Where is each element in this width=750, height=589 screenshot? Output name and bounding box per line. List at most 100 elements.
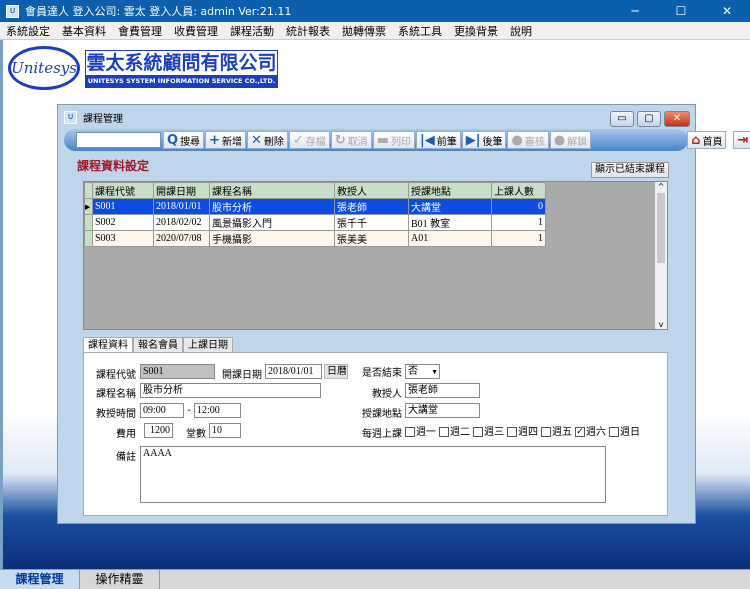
scroll-down-icon[interactable]: v bbox=[655, 320, 667, 329]
menu-courses[interactable]: 課程活動 bbox=[224, 23, 280, 39]
section-title: 課程資料設定 bbox=[77, 159, 150, 173]
time-label: 教授時間 bbox=[96, 409, 136, 420]
company-name-logo: 雲太系統顧問有限公司 UNITESYS SYSTEM INFORMATION SE… bbox=[85, 50, 278, 88]
menubar: 系統設定 基本資料 會費管理 收費管理 課程活動 統計報表 拋轉傳票 系統工具 … bbox=[0, 22, 750, 40]
unlock-icon: ● bbox=[553, 132, 566, 148]
table-row[interactable]: S003 2020/07/08 手機攝影 張美美 A01 1 bbox=[84, 230, 546, 247]
checkbox-icon[interactable] bbox=[507, 427, 517, 437]
weekday-label: 週三 bbox=[484, 427, 504, 438]
column-header[interactable]: 教授人 bbox=[334, 182, 409, 199]
window-close-button[interactable]: ✕ bbox=[664, 111, 690, 127]
exit-button[interactable]: ⇥離開 bbox=[733, 131, 750, 149]
column-header[interactable]: 開課日期 bbox=[153, 182, 210, 199]
company-logo: Unitesys bbox=[8, 46, 80, 90]
checkbox-icon[interactable] bbox=[541, 427, 551, 437]
column-header[interactable]: 授課地點 bbox=[408, 182, 492, 199]
search-input[interactable] bbox=[76, 132, 161, 148]
scroll-thumb[interactable] bbox=[657, 193, 665, 263]
chevron-down-icon: ▼ bbox=[431, 368, 438, 376]
cancel-button[interactable]: ↻ 取消 bbox=[330, 131, 372, 149]
column-header[interactable]: 課程代號 bbox=[92, 182, 154, 199]
next-icon: ▶| bbox=[465, 132, 481, 148]
menu-basic-data[interactable]: 基本資料 bbox=[56, 23, 112, 39]
menu-fees[interactable]: 收費管理 bbox=[168, 23, 224, 39]
checkbox-icon[interactable] bbox=[439, 427, 449, 437]
column-header[interactable]: 上課人數 bbox=[491, 182, 546, 199]
print-button[interactable]: ▬ 列印 bbox=[372, 131, 415, 149]
menu-reports[interactable]: 統計報表 bbox=[280, 23, 336, 39]
weekday-label: 週二 bbox=[450, 427, 470, 438]
tab-enrolled-members[interactable]: 報名會員 bbox=[133, 337, 183, 353]
row-indicator-icon: ▶ bbox=[84, 198, 93, 215]
weekday-checkbox[interactable]: 週四 bbox=[504, 427, 538, 438]
menu-system-settings[interactable]: 系統設定 bbox=[0, 23, 56, 39]
maximize-button[interactable]: ☐ bbox=[658, 0, 704, 22]
home-icon: ⌂ bbox=[691, 132, 701, 148]
note-label: 備註 bbox=[116, 452, 136, 463]
sessions-field[interactable]: 10 bbox=[209, 423, 241, 438]
course-name-field[interactable]: 股市分析 bbox=[140, 383, 321, 398]
start-date-field[interactable]: 2018/01/01 bbox=[265, 364, 322, 379]
audit-button[interactable]: ● 審核 bbox=[507, 131, 549, 149]
search-button[interactable]: Q 搜尋 bbox=[163, 131, 205, 149]
checkbox-icon[interactable] bbox=[473, 427, 483, 437]
unlock-button[interactable]: ● 解鎖 bbox=[549, 131, 592, 149]
time-to-field[interactable]: 12:00 bbox=[194, 403, 241, 418]
weekday-checkbox[interactable]: 週日 bbox=[606, 427, 640, 438]
menu-tools[interactable]: 系統工具 bbox=[392, 23, 448, 39]
printer-icon: ▬ bbox=[376, 132, 389, 148]
grid-header: 課程代號 開課日期 課程名稱 教授人 授課地點 上課人數 bbox=[84, 182, 546, 199]
weekday-label: 週一 bbox=[416, 427, 436, 438]
weekday-checkbox[interactable]: 週二 bbox=[436, 427, 470, 438]
place-field[interactable]: 大講堂 bbox=[405, 403, 480, 418]
show-ended-courses-button[interactable]: 顯示已結束課程 bbox=[591, 162, 669, 178]
search-icon: Q bbox=[167, 132, 179, 148]
teacher-label: 教授人 bbox=[372, 389, 402, 400]
prev-record-button[interactable]: |◀ 前筆 bbox=[415, 131, 461, 149]
window-title: 課程管理 bbox=[83, 113, 123, 125]
teacher-field[interactable]: 張老師 bbox=[405, 383, 480, 398]
window-minimize-button[interactable]: ▭ bbox=[610, 111, 634, 127]
weekday-checkbox[interactable]: 週一 bbox=[402, 427, 436, 438]
delete-button[interactable]: ✕ 刪除 bbox=[246, 131, 288, 149]
checkbox-icon[interactable] bbox=[405, 427, 415, 437]
ended-select[interactable]: 否 ▼ bbox=[405, 364, 440, 379]
calendar-button[interactable]: 日曆 bbox=[324, 364, 348, 379]
menu-vouchers[interactable]: 拋轉傳票 bbox=[336, 23, 392, 39]
sessions-label: 堂數 bbox=[186, 429, 206, 440]
lock-icon: ● bbox=[511, 132, 523, 148]
tab-course-info[interactable]: 課程資料 bbox=[83, 337, 133, 353]
course-code-field[interactable]: S001 bbox=[140, 364, 215, 379]
window-maximize-button[interactable]: ▢ bbox=[637, 111, 661, 127]
table-row[interactable]: ▶ S001 2018/01/01 股市分析 張老師 大講堂 0 bbox=[84, 198, 546, 215]
course-management-window: U 課程管理 ▭ ▢ ✕ Q 搜尋 + 新增 ✕ 刪除 ✓ 存檔 ↻ 取消 ▬ 列印 |◀ 前… bbox=[57, 104, 750, 524]
weekday-checkbox[interactable]: 週五 bbox=[538, 427, 572, 438]
taskbar-tab-course-management[interactable]: 課程管理 bbox=[0, 570, 80, 589]
exit-icon: ⇥ bbox=[737, 132, 749, 148]
minimize-button[interactable]: ─ bbox=[612, 0, 658, 22]
table-row[interactable]: S002 2018/02/02 風景攝影入門 張千千 B01 教室 1 bbox=[84, 214, 546, 231]
checkbox-icon[interactable] bbox=[609, 427, 619, 437]
menu-background[interactable]: 更換背景 bbox=[448, 23, 504, 39]
next-record-button[interactable]: ▶| 後筆 bbox=[461, 131, 507, 149]
close-button[interactable]: ✕ bbox=[704, 0, 750, 22]
column-header[interactable]: 課程名稱 bbox=[209, 182, 335, 199]
tab-class-dates[interactable]: 上課日期 bbox=[183, 337, 233, 353]
add-button[interactable]: + 新增 bbox=[205, 131, 246, 149]
weekly-label: 每週上課 bbox=[362, 429, 402, 440]
weekday-checkbox[interactable]: ✓ 週六 bbox=[572, 427, 606, 438]
weekday-checkbox[interactable]: 週三 bbox=[470, 427, 504, 438]
fee-field[interactable]: 1200 bbox=[144, 423, 173, 438]
checked-checkbox-icon[interactable]: ✓ bbox=[575, 427, 585, 437]
weekday-label: 週五 bbox=[552, 427, 572, 438]
grid-scrollbar[interactable]: ^ v bbox=[655, 182, 667, 329]
home-button[interactable]: ⌂ 首頁 bbox=[687, 131, 727, 149]
ended-label: 是否結束 bbox=[362, 368, 402, 379]
time-from-field[interactable]: 09:00 bbox=[140, 403, 184, 418]
taskbar-tab-wizard[interactable]: 操作精靈 bbox=[80, 570, 160, 589]
scroll-up-icon[interactable]: ^ bbox=[655, 182, 667, 191]
save-button[interactable]: ✓ 存檔 bbox=[288, 131, 330, 149]
note-textarea[interactable]: AAAA bbox=[140, 446, 606, 503]
menu-help[interactable]: 說明 bbox=[504, 23, 538, 39]
menu-dues[interactable]: 會費管理 bbox=[112, 23, 168, 39]
